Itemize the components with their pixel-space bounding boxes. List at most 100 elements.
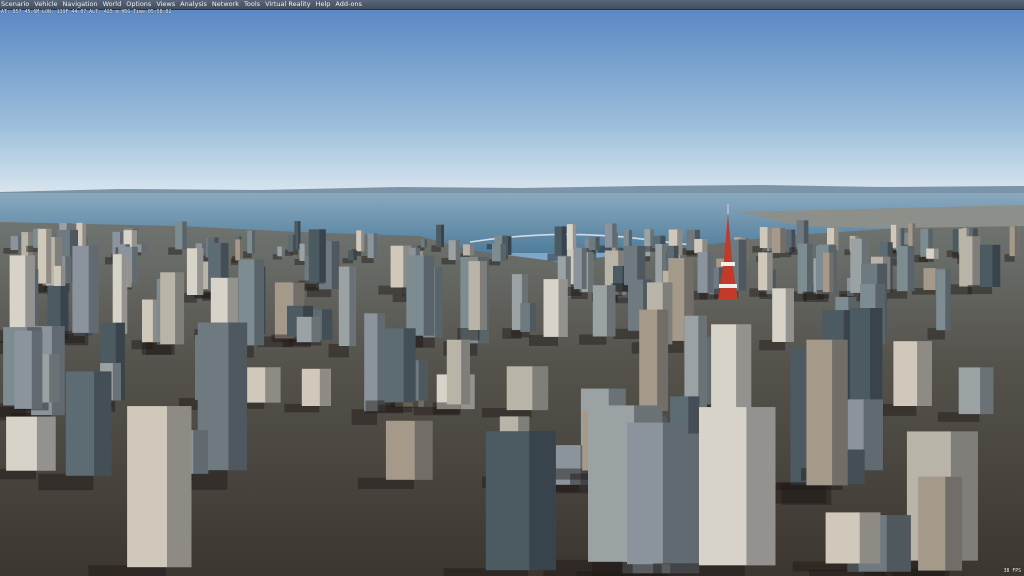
building-shade: [311, 316, 321, 343]
building-shade: [558, 279, 568, 337]
building-shade: [403, 328, 416, 403]
simulator-3d-view[interactable]: [0, 10, 1024, 576]
building-shade: [65, 256, 72, 283]
menu-help[interactable]: Help: [315, 0, 335, 9]
menu-tools[interactable]: Tools: [243, 0, 264, 9]
building-shade: [746, 407, 776, 566]
menu-bar: Scenario Vehicle Navigation World Option…: [0, 0, 1024, 10]
building-shade: [418, 360, 428, 401]
building-shade: [112, 363, 121, 401]
building-shade: [121, 254, 128, 334]
building-shade: [479, 261, 487, 330]
flight-data-readout: AT: 857 45.6M LON: 139F 44.07 ALT: 425 m…: [1, 10, 172, 15]
building-shade: [595, 237, 600, 250]
building-shade: [832, 339, 848, 486]
building-shade: [698, 315, 707, 411]
menu-navigation[interactable]: Navigation: [62, 0, 102, 9]
menu-network[interactable]: Network: [211, 0, 243, 9]
building-shade: [500, 243, 506, 262]
building-shade: [767, 252, 773, 291]
building-shade: [197, 248, 204, 295]
building-shade: [127, 261, 132, 288]
building-shade: [588, 252, 594, 293]
building-shade: [907, 246, 915, 292]
building-shade: [88, 245, 99, 333]
menu-world[interactable]: World: [102, 0, 126, 9]
building-shade: [637, 246, 646, 286]
building-shade: [785, 288, 794, 342]
building-shade: [455, 240, 461, 260]
building-shadow: [781, 483, 832, 505]
building-shade: [435, 267, 443, 338]
building-shade: [702, 239, 708, 253]
building-shade: [532, 366, 548, 411]
building-shade: [767, 227, 773, 248]
building-shade: [461, 339, 470, 405]
building-shade: [292, 234, 296, 252]
building-shade: [353, 250, 357, 261]
building-shade: [870, 308, 883, 411]
building-shade: [254, 259, 265, 346]
building-shade: [31, 330, 43, 409]
building-shade: [933, 248, 939, 259]
building-shade: [441, 224, 444, 248]
building-shade: [49, 354, 60, 403]
building-shade: [896, 224, 900, 248]
building-shade: [265, 367, 281, 403]
building-shade: [807, 243, 813, 294]
building-shade: [780, 227, 786, 253]
building-shade: [377, 313, 386, 412]
building-shade: [945, 476, 962, 571]
building-shadow: [365, 400, 404, 414]
building-shade: [886, 515, 911, 572]
building-shade: [707, 252, 714, 293]
building-shade: [829, 252, 834, 293]
building-shade: [507, 236, 512, 255]
building-shade: [736, 324, 752, 415]
building-shade: [581, 247, 587, 289]
building-shade: [281, 246, 285, 257]
fps-counter: 38 FPS: [1003, 569, 1021, 574]
menu-vehicle[interactable]: Vehicle: [33, 0, 61, 9]
building-shade: [319, 368, 331, 406]
menu-views[interactable]: Views: [155, 0, 179, 9]
building-shade: [657, 309, 669, 411]
building-shade: [738, 239, 747, 291]
building-shade: [992, 244, 1001, 287]
building-shade: [228, 322, 248, 471]
building-shade: [912, 223, 916, 247]
building-shade: [252, 230, 255, 254]
building-shade: [917, 341, 932, 406]
building-shade: [319, 229, 326, 283]
building-shade: [1014, 226, 1018, 257]
building-shade: [322, 309, 333, 340]
menu-options[interactable]: Options: [125, 0, 155, 9]
building-shade: [132, 246, 138, 284]
building-shade: [606, 285, 616, 337]
building-shade: [167, 406, 192, 568]
sky: [0, 10, 1024, 192]
building-shade: [349, 266, 356, 346]
building-shade: [175, 272, 185, 345]
building-shade: [529, 431, 556, 571]
building-shade: [414, 420, 433, 480]
building-shade: [859, 512, 881, 564]
building-shade: [361, 230, 365, 252]
building-shade: [239, 239, 243, 261]
building-shade: [331, 241, 340, 290]
building-shade: [46, 228, 52, 284]
menu-add-ons[interactable]: Add-ons: [334, 0, 366, 9]
building-shade: [25, 255, 35, 332]
building-shade: [469, 244, 475, 256]
building-shade: [423, 255, 435, 336]
building-shade: [141, 244, 147, 253]
building-shade: [863, 399, 884, 471]
building-shade: [373, 233, 378, 259]
building-shade: [424, 239, 427, 248]
menu-virtual-reality[interactable]: Virtual Reality: [264, 0, 315, 9]
building-shade: [612, 223, 617, 248]
building-shade: [182, 221, 187, 250]
menu-scenario[interactable]: Scenario: [0, 0, 33, 9]
menu-analysis[interactable]: Analysis: [179, 0, 211, 9]
building-shade: [972, 236, 981, 287]
